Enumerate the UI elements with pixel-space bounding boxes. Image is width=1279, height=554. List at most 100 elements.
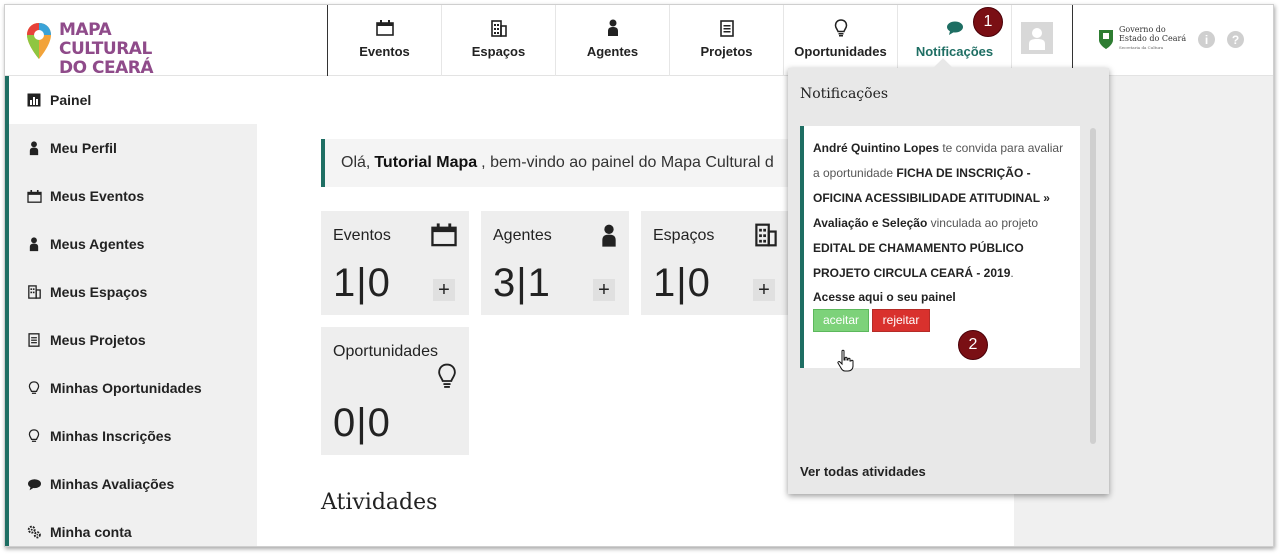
reject-button[interactable]: rejeitar xyxy=(872,309,930,332)
sidebar-item-meus-agentes[interactable]: Meus Agentes xyxy=(9,220,257,268)
notifications-dropdown: Notificações André Quintino Lopes te con… xyxy=(788,58,1109,494)
notifications-scrollbar[interactable] xyxy=(1090,128,1096,444)
calendar-icon xyxy=(431,223,457,252)
sidebar-item-meus-espacos[interactable]: Meus Espaços xyxy=(9,268,257,316)
nav-espacos-label: Espaços xyxy=(471,44,526,59)
nav-espacos[interactable]: Espaços xyxy=(442,5,556,76)
info-icon[interactable]: i xyxy=(1198,31,1215,48)
card-agentes[interactable]: Agentes 3|1 + xyxy=(481,211,629,315)
person-icon xyxy=(601,223,617,254)
person-icon xyxy=(607,17,619,39)
notification-text-part: . xyxy=(1010,266,1014,280)
sidebar-item-label: Meu Perfil xyxy=(50,140,117,156)
nav-projetos-label: Projetos xyxy=(700,44,753,59)
nav-agentes-label: Agentes xyxy=(586,44,639,59)
card-title: Oportunidades xyxy=(333,343,438,360)
nav-notificacoes-label: Notificações xyxy=(915,44,994,59)
welcome-message: Olá, Tutorial Mapa , bem-vindo ao painel… xyxy=(321,139,801,187)
access-panel-link[interactable]: Acesse aqui o seu painel xyxy=(813,288,1072,306)
sidebar-item-minhas-avaliacoes[interactable]: Minhas Avaliações xyxy=(9,460,257,508)
nav-eventos[interactable]: Eventos xyxy=(328,5,442,76)
badge-number: 2 xyxy=(968,336,978,353)
step-badge-1: 1 xyxy=(973,7,1003,37)
user-avatar[interactable] xyxy=(1021,22,1053,54)
card-value: 3|1 xyxy=(493,261,551,305)
card-value: 0|0 xyxy=(333,401,391,445)
nav-agentes[interactable]: Agentes xyxy=(556,5,670,76)
welcome-suffix: , bem-vindo ao painel do Mapa Cultural d xyxy=(481,154,774,171)
gears-icon xyxy=(25,523,43,541)
government-text: Governo do Estado do Ceará Secretaria da… xyxy=(1119,25,1186,52)
map-pin-logo-icon xyxy=(27,23,51,59)
building-icon xyxy=(25,283,43,301)
notification-text-part: vinculada ao projeto xyxy=(927,216,1039,230)
card-value: 1|0 xyxy=(333,261,391,305)
main-nav: Eventos Espaços Agentes Projetos Oportun… xyxy=(327,5,1012,76)
avatar-person-icon xyxy=(1029,28,1045,50)
lightbulb-icon xyxy=(25,427,43,445)
lightbulb-icon xyxy=(437,363,457,394)
sidebar-item-label: Meus Projetos xyxy=(50,332,146,348)
brand-logo[interactable]: MAPA CULTURAL DO CEARÁ xyxy=(25,19,185,78)
nav-projetos[interactable]: Projetos xyxy=(670,5,784,76)
notification-actions: aceitar rejeitar xyxy=(813,309,1072,332)
sidebar-item-label: Minha conta xyxy=(50,524,132,540)
sidebar-item-minha-conta[interactable]: Minha conta xyxy=(9,508,257,546)
help-icon-glyph: ? xyxy=(1231,32,1240,47)
accept-button[interactable]: aceitar xyxy=(813,309,869,332)
calendar-icon xyxy=(375,17,394,39)
sidebar-item-label: Minhas Inscrições xyxy=(50,428,172,444)
person-icon xyxy=(25,139,43,157)
brand-line1: MAPA CULTURAL xyxy=(59,20,152,59)
card-eventos[interactable]: Eventos 1|0 + xyxy=(321,211,469,315)
app-window: MAPA CULTURAL DO CEARÁ Eventos Espaços A… xyxy=(4,4,1274,547)
view-all-activities-link[interactable]: Ver todas atividades xyxy=(800,464,926,479)
gov-line1: Governo do xyxy=(1119,25,1166,34)
help-icon[interactable]: ? xyxy=(1227,31,1244,48)
sidebar-item-painel[interactable]: Painel xyxy=(9,76,257,124)
state-coat-of-arms-icon xyxy=(1099,29,1113,49)
gov-line2: Estado do Ceará xyxy=(1119,34,1187,43)
card-title: Agentes xyxy=(493,227,552,244)
hand-cursor-icon xyxy=(837,349,854,372)
sidebar-item-minhas-oportunidades[interactable]: Minhas Oportunidades xyxy=(9,364,257,412)
sidebar-item-meus-projetos[interactable]: Meus Projetos xyxy=(9,316,257,364)
sidebar-item-meus-eventos[interactable]: Meus Eventos xyxy=(9,172,257,220)
nav-eventos-label: Eventos xyxy=(359,44,410,59)
sidebar-item-label: Meus Eventos xyxy=(50,188,145,204)
card-title: Espaços xyxy=(653,227,715,244)
government-logo: Governo do Estado do Ceará Secretaria da… xyxy=(1097,25,1186,52)
sidebar-item-label: Minhas Oportunidades xyxy=(50,380,202,396)
gov-line3: Secretaria da Cultura xyxy=(1119,45,1164,50)
atividades-heading: Atividades xyxy=(321,490,438,515)
building-icon xyxy=(755,223,777,252)
header-divider xyxy=(1072,5,1073,76)
sidebar-item-label: Minhas Avaliações xyxy=(50,476,175,492)
welcome-user-name: Tutorial Mapa xyxy=(374,154,478,171)
notification-sender: André Quintino Lopes xyxy=(813,141,939,155)
card-value: 1|0 xyxy=(653,261,711,305)
add-agente-button[interactable]: + xyxy=(593,279,615,301)
nav-oportunidades[interactable]: Oportunidades xyxy=(784,5,898,76)
sidebar-item-meu-perfil[interactable]: Meu Perfil xyxy=(9,124,257,172)
document-icon xyxy=(719,17,734,39)
card-oportunidades[interactable]: Oportunidades 0|0 xyxy=(321,327,469,455)
card-espacos[interactable]: Espaços 1|0 + xyxy=(641,211,789,315)
top-header: MAPA CULTURAL DO CEARÁ Eventos Espaços A… xyxy=(5,5,1273,78)
sidebar-item-label: Meus Agentes xyxy=(50,236,145,252)
step-badge-2: 2 xyxy=(958,330,988,360)
sidebar-item-label: Painel xyxy=(50,92,92,108)
add-espaco-button[interactable]: + xyxy=(753,279,775,301)
nav-oportunidades-label: Oportunidades xyxy=(794,44,887,59)
add-evento-button[interactable]: + xyxy=(433,279,455,301)
chat-bubble-icon xyxy=(25,475,43,493)
info-icon-glyph: i xyxy=(1204,32,1209,47)
lightbulb-icon xyxy=(25,379,43,397)
notification-item: André Quintino Lopes te convida para ava… xyxy=(800,126,1080,368)
sidebar-item-label: Meus Espaços xyxy=(50,284,148,300)
building-icon xyxy=(490,17,507,39)
notification-project: EDITAL DE CHAMAMENTO PÚBLICO PROJETO CIR… xyxy=(813,241,1024,280)
sidebar-item-minhas-inscricoes[interactable]: Minhas Inscrições xyxy=(9,412,257,460)
welcome-prefix: Olá, xyxy=(341,154,371,171)
chart-icon xyxy=(25,91,43,109)
